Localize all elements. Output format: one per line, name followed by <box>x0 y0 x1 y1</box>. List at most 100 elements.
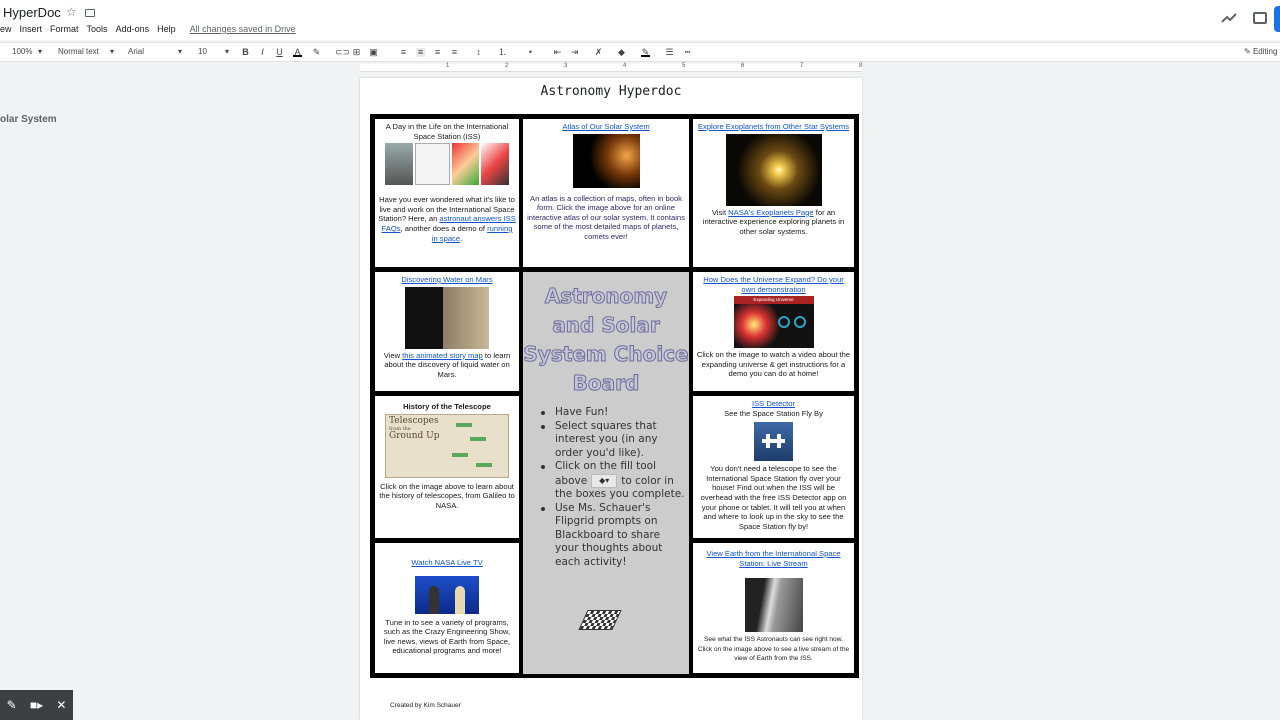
line-spacing-icon[interactable]: ↕ <box>474 48 483 57</box>
chevron-down-icon: ▾ <box>38 47 43 56</box>
comment-icon[interactable] <box>1253 12 1267 24</box>
cell-exoplanets[interactable]: Explore Exoplanets from Other Star Syste… <box>693 119 854 267</box>
add-comment-icon[interactable]: ⊞ <box>352 48 361 57</box>
ruler[interactable]: 1 2 3 4 5 6 7 8 <box>360 63 862 72</box>
mars-surface-image[interactable] <box>405 286 489 349</box>
align-left-icon[interactable]: ≡ <box>399 48 408 57</box>
cell-universe[interactable]: How Does the Universe Expand? Do your ow… <box>693 272 854 391</box>
choice-board-center[interactable]: Astronomy and Solar System Choice Board … <box>523 272 689 674</box>
star-icon[interactable]: ☆ <box>66 5 77 19</box>
cell-iss-detector[interactable]: ISS Detector See the Space Station Fly B… <box>693 396 854 538</box>
image-text: Ground Up <box>389 430 440 441</box>
text: Visit <box>711 207 729 217</box>
document-outline-item[interactable]: olar System <box>0 114 57 125</box>
cell-atlas[interactable]: Atlas of Our Solar System An atlas is a … <box>523 119 689 267</box>
exoplanets-star-image[interactable] <box>725 133 822 206</box>
folder-icon[interactable] <box>85 9 95 17</box>
earth-from-iss-image[interactable] <box>744 578 803 633</box>
page-title: Astronomy Hyperdoc <box>540 84 682 99</box>
text-color-icon[interactable]: A <box>293 48 302 57</box>
recording-controls: ✎ ■▸ ✕ <box>0 690 73 720</box>
ruler-mark: 4 <box>623 63 627 69</box>
nasa-tv-image[interactable] <box>415 575 479 614</box>
scrollbar[interactable] <box>1276 74 1280 720</box>
zoom-select[interactable]: 100% <box>12 47 32 56</box>
ruler-mark: 1 <box>446 63 450 69</box>
numbered-list-icon[interactable]: ⒈ <box>498 48 507 57</box>
presenter-figure <box>429 585 439 614</box>
ruler-mark: 7 <box>800 63 804 69</box>
editing-mode-label: Editing <box>1252 47 1278 56</box>
earth-live-stream-link[interactable]: View Earth from the International Space … <box>696 549 851 568</box>
menu-addons[interactable]: Add-ons <box>116 24 150 34</box>
iss-detector-link[interactable]: ISS Detector <box>696 399 851 409</box>
chevron-down-icon: ▾ <box>178 47 183 56</box>
ruler-mark: 3 <box>564 63 568 69</box>
cell-description: You don't need a telescope to see the In… <box>700 464 847 531</box>
list-item: Use Ms. Schauer's Flipgrid prompts on Bl… <box>537 502 685 570</box>
align-justify-icon[interactable]: ≡ <box>450 48 459 57</box>
expanding-universe-video-image[interactable]: Expanding Universe <box>733 296 814 349</box>
insert-image-icon[interactable]: ▣ <box>369 48 378 57</box>
cell-description: An atlas is a collection of maps, often … <box>527 193 685 241</box>
mars-water-link[interactable]: Discovering Water on Mars <box>378 275 516 285</box>
cell-description: Visit NASA's Exoplanets Page for an inte… <box>696 208 851 237</box>
nasa-live-tv-link[interactable]: Watch NASA Live TV <box>378 558 516 568</box>
style-select[interactable]: Normal text <box>58 47 99 56</box>
link-icon[interactable]: ⊂⊃ <box>335 48 350 57</box>
increase-indent-icon[interactable]: ⇥ <box>570 48 579 57</box>
align-right-icon[interactable]: ≡ <box>433 48 442 57</box>
menu-format[interactable]: Format <box>50 24 79 34</box>
bold-icon[interactable]: B <box>241 48 250 57</box>
bulleted-list-icon[interactable]: • <box>526 48 535 57</box>
document-name[interactable]: HyperDoc <box>3 5 61 20</box>
font-size-select[interactable]: 10 <box>198 47 207 56</box>
text: . <box>460 233 463 243</box>
menu-tools[interactable]: Tools <box>87 24 108 34</box>
cell-description: See what the ISS Astronauts can see righ… <box>697 636 850 662</box>
highlight-icon[interactable]: ✎ <box>312 48 321 57</box>
editing-mode[interactable]: ✎ Editing <box>1244 47 1277 56</box>
cell-earth-view[interactable]: View Earth from the International Space … <box>693 543 854 673</box>
pen-icon[interactable]: ✎ <box>7 698 17 712</box>
footer-credit: Created by Kim Schauer <box>390 702 461 709</box>
cell-nasa-tv[interactable]: Watch NASA Live TV Tune in to see a vari… <box>375 543 519 673</box>
border-width-icon[interactable]: ☰ <box>665 48 674 57</box>
iss-detector-app-icon[interactable] <box>754 422 793 462</box>
decrease-indent-icon[interactable]: ⇤ <box>553 48 562 57</box>
nasa-exoplanets-page-link[interactable]: NASA's Exoplanets Page <box>728 208 813 217</box>
border-dash-icon[interactable]: ┅ <box>683 48 692 57</box>
animated-story-map-link[interactable]: this animated story map <box>402 351 483 360</box>
telescope-timeline-image[interactable]: Telescopes from the Ground Up <box>385 413 509 478</box>
iss-comic-image[interactable] <box>385 143 509 186</box>
menu-view[interactable]: ew <box>0 24 12 34</box>
iss-silhouette <box>766 434 770 449</box>
cell-description: View this animated story map to learn ab… <box>378 351 516 380</box>
cell-telescope[interactable]: History of the Telescope Telescopes from… <box>375 396 519 538</box>
galaxy-circle <box>777 316 790 329</box>
align-center-icon[interactable]: ≡ <box>416 48 425 57</box>
save-status[interactable]: All changes saved in Drive <box>190 24 296 34</box>
fill-color-icon[interactable]: ◆ <box>617 48 626 57</box>
iss-silhouette <box>777 434 781 449</box>
universe-expand-link[interactable]: How Does the Universe Expand? Do your ow… <box>696 275 851 294</box>
document-page[interactable]: Astronomy Hyperdoc A Day in the Life on … <box>360 78 862 720</box>
underline-icon[interactable]: U <box>275 48 284 57</box>
camera-icon[interactable]: ■▸ <box>30 698 43 712</box>
exoplanets-link[interactable]: Explore Exoplanets from Other Star Syste… <box>696 122 851 132</box>
menu-insert[interactable]: Insert <box>20 24 43 34</box>
solar-system-atlas-image[interactable] <box>572 133 640 188</box>
share-button[interactable] <box>1274 6 1280 32</box>
font-select[interactable]: Arial <box>128 47 144 56</box>
border-color-icon[interactable]: ✎ <box>641 48 650 57</box>
cell-mars-water[interactable]: Discovering Water on Mars View this anim… <box>375 272 519 391</box>
timeline-marker <box>470 436 486 441</box>
menu-help[interactable]: Help <box>157 24 176 34</box>
cell-iss-day[interactable]: A Day in the Life on the International S… <box>375 119 519 267</box>
close-icon[interactable]: ✕ <box>56 698 66 712</box>
checkerboard-icon <box>578 610 622 630</box>
clear-formatting-icon[interactable]: ✗ <box>594 48 603 57</box>
activity-trend-icon[interactable] <box>1221 12 1237 24</box>
italic-icon[interactable]: I <box>258 48 267 57</box>
atlas-link[interactable]: Atlas of Our Solar System <box>526 122 686 132</box>
